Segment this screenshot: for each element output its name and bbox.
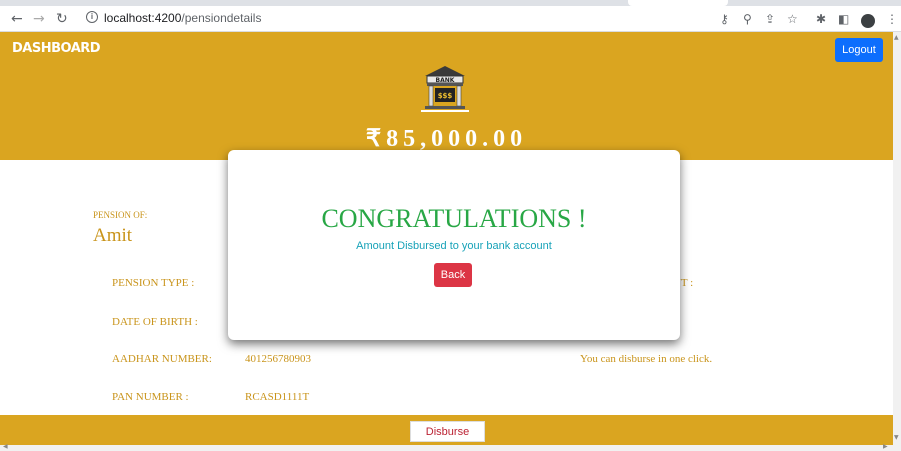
back-button[interactable]: Back — [434, 263, 472, 287]
scroll-up-arrow-icon[interactable]: ▲ — [894, 34, 899, 41]
url-text[interactable]: localhost:4200/pensiondetails — [104, 11, 261, 25]
pension-type-label: PENSION TYPE : — [112, 277, 195, 289]
page-header: DASHBOARD Logout BANK $$$ ₹85,000.00 — [0, 32, 893, 160]
bank-icon: BANK $$$ — [421, 66, 469, 112]
extensions-icon[interactable]: ✱ — [816, 11, 826, 27]
modal-message: Amount Disbursed to your bank account — [356, 240, 552, 252]
aadhar-value: 401256780903 — [245, 353, 311, 365]
modal-title: CONGRATULATIONS ! — [321, 204, 587, 233]
page-footer: Disburse — [0, 415, 893, 445]
profile-avatar[interactable] — [861, 14, 875, 28]
aadhar-label: AADHAR NUMBER: — [112, 353, 212, 365]
scroll-right-arrow-icon[interactable]: ▶ — [883, 443, 888, 450]
pan-label: PAN NUMBER : — [112, 391, 189, 403]
scroll-down-arrow-icon[interactable]: ▼ — [894, 434, 899, 441]
vertical-scrollbar[interactable]: ▲ ▼ — [893, 32, 901, 445]
success-modal: CONGRATULATIONS ! Amount Disbursed to yo… — [228, 150, 680, 340]
url-host: localhost:4200 — [104, 11, 182, 25]
address-bar[interactable]: i localhost:4200/pensiondetails — [80, 9, 690, 29]
sidepanel-icon[interactable]: ◧ — [838, 11, 849, 27]
info-icon[interactable]: i — [86, 11, 98, 23]
disburse-info-message: You can disburse in one click. — [580, 353, 713, 365]
bank-sign-text: BANK — [436, 77, 455, 84]
scroll-left-arrow-icon[interactable]: ◀ — [3, 443, 8, 450]
forward-icon[interactable]: → — [33, 10, 45, 28]
url-path: /pensiondetails — [181, 11, 262, 25]
pension-of-label: PENSION OF: — [93, 210, 148, 220]
browser-toolbar: ← → ↻ i localhost:4200/pensiondetails ⚷ … — [0, 6, 901, 32]
reload-icon[interactable]: ↻ — [56, 10, 68, 28]
logout-button[interactable]: Logout — [835, 38, 883, 62]
share-icon[interactable]: ⇪ — [765, 11, 775, 27]
bank-money-text: $$$ — [438, 92, 453, 100]
menu-icon[interactable]: ⋮ — [886, 11, 898, 27]
back-icon[interactable]: ← — [11, 10, 23, 28]
horizontal-scrollbar[interactable]: ◀ ▶ — [0, 443, 901, 451]
key-icon[interactable]: ⚷ — [720, 11, 729, 27]
pensioner-name: Amit — [93, 225, 133, 246]
zoom-icon[interactable]: ⚲ — [743, 11, 752, 27]
disburse-button[interactable]: Disburse — [410, 421, 485, 442]
brand-title[interactable]: DASHBOARD — [12, 41, 101, 56]
bookmark-star-icon[interactable]: ☆ — [787, 11, 798, 27]
dob-label: DATE OF BIRTH : — [112, 316, 198, 328]
pan-value: RCASD1111T — [245, 391, 310, 403]
pension-amount: ₹85,000.00 — [365, 126, 528, 152]
